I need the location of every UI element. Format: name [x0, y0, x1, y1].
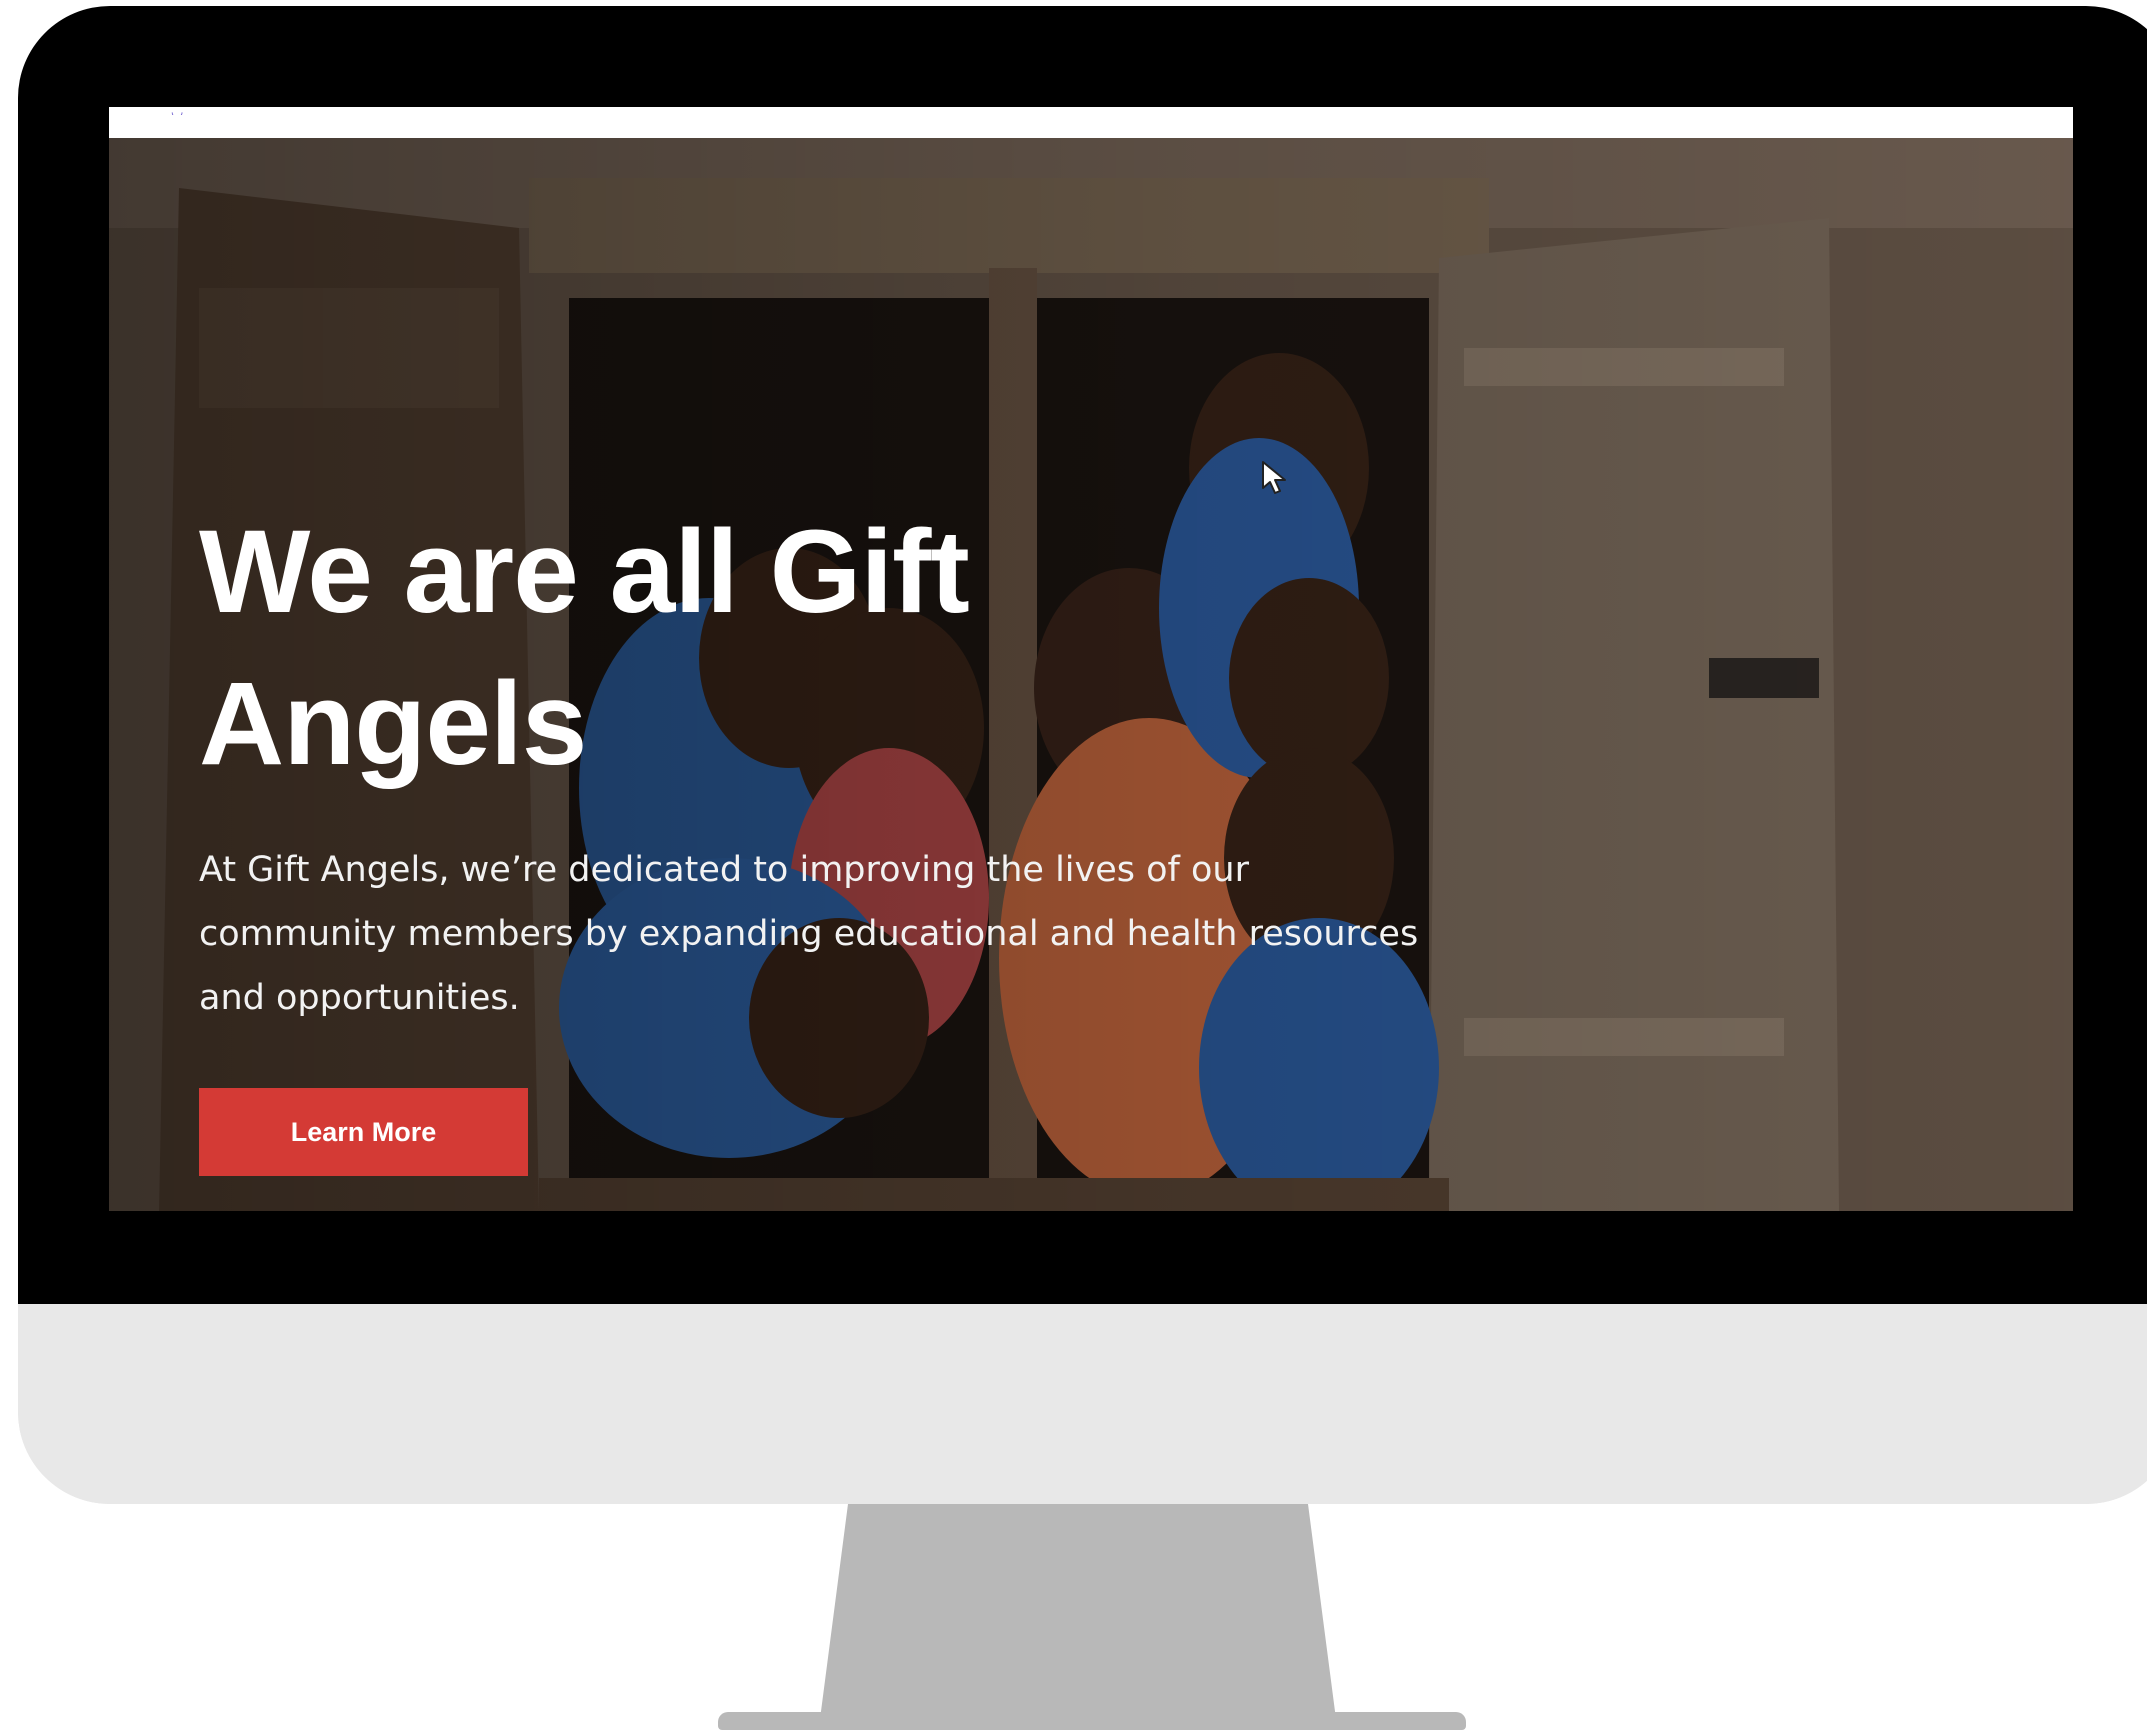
hero-title-line-2: Angels: [199, 658, 587, 790]
hero-title-line-1: We are all Gift: [199, 506, 970, 638]
monitor-chin: [18, 1304, 2147, 1504]
monitor-stand-base: [718, 1712, 1466, 1730]
hero-title: We are all Gift Angels: [199, 496, 1199, 800]
site-header-bar: ◡: [109, 107, 2073, 138]
site-logo-icon[interactable]: ◡: [171, 107, 197, 115]
mouse-pointer-icon: [1262, 461, 1286, 494]
monitor-mockup: ◡ We are all Gift Angels At Gift Angels,…: [0, 0, 2147, 1733]
hero-description: At Gift Angels, we’re dedicated to impro…: [199, 850, 1419, 1018]
hero-section: We are all Gift Angels At Gift Angels, w…: [109, 138, 2073, 1211]
monitor-stand-neck: [808, 1504, 1348, 1726]
website-screen: ◡ We are all Gift Angels At Gift Angels,…: [109, 107, 2073, 1211]
learn-more-button[interactable]: Learn More: [199, 1088, 528, 1176]
